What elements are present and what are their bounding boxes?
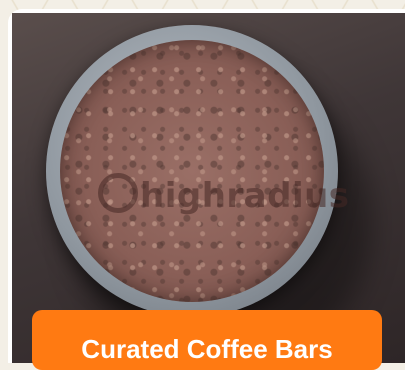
banner-label: Curated Coffee Bars [81, 334, 333, 364]
coffee-foam [60, 40, 324, 302]
watermark-text: highradius [140, 176, 350, 216]
title-banner[interactable]: Curated Coffee Bars [32, 310, 382, 370]
ring-icon [98, 173, 138, 213]
watermark: highradius [98, 173, 350, 216]
